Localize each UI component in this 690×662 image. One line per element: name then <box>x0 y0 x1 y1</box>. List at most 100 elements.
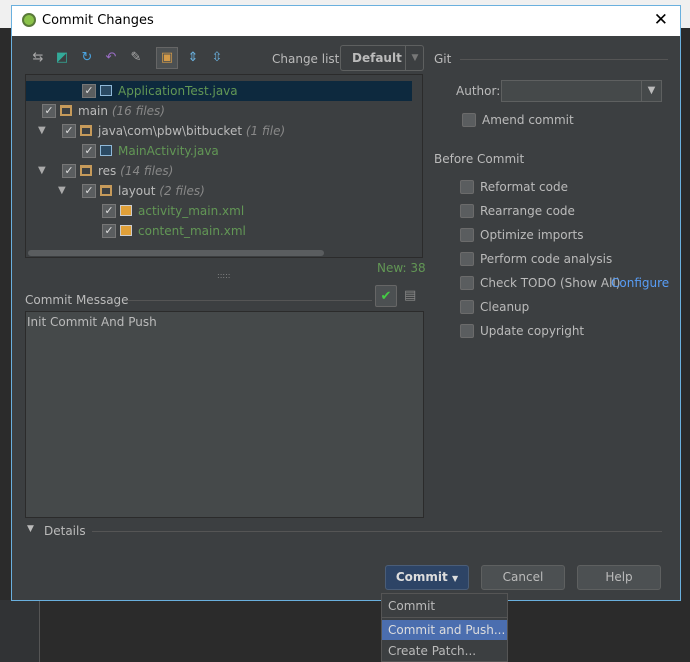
commit-button[interactable]: Commit ▼ <box>385 565 469 590</box>
before-commit-checkbox[interactable] <box>460 228 474 242</box>
file-count: (16 files) <box>111 104 165 118</box>
tree-row[interactable]: ✓ activity_main.xml <box>26 201 412 221</box>
file-name: MainActivity.java <box>118 144 219 158</box>
show-diff-icon[interactable]: ⇆ <box>30 50 46 66</box>
window-title: Commit Changes <box>42 13 154 28</box>
commit-message-input[interactable]: Init Commit And Push <box>25 311 424 518</box>
folder-icon <box>80 125 92 136</box>
help-button[interactable]: Help <box>577 565 661 590</box>
file-count: (14 files) <box>120 164 174 178</box>
java-icon <box>100 145 112 156</box>
expand-arrow-icon[interactable]: ▼ <box>38 161 46 181</box>
change-list-dropdown[interactable]: Default ▼ <box>340 45 424 71</box>
git-section-label: Git <box>434 52 452 66</box>
file-checkbox[interactable]: ✓ <box>82 144 96 158</box>
before-commit-option-label: Rearrange code <box>480 204 575 218</box>
group-by-directory-icon[interactable]: ▣ <box>156 47 178 69</box>
expand-arrow-icon[interactable]: ▼ <box>38 121 46 141</box>
divider <box>382 617 507 618</box>
menu-item-create-patch[interactable]: Create Patch... <box>382 641 507 661</box>
file-name: layout <box>118 184 156 198</box>
change-list-value: Default <box>352 51 402 65</box>
divider <box>92 531 662 532</box>
file-name: ApplicationTest.java <box>118 84 238 98</box>
new-files-count: New: 38 <box>377 261 426 275</box>
java-icon <box>100 85 112 96</box>
splitter-handle[interactable]: ::::: <box>217 271 230 280</box>
expand-arrow-icon[interactable]: ▼ <box>58 181 66 201</box>
menu-item-commit[interactable]: Commit <box>382 596 507 616</box>
file-count: (1 file) <box>245 124 286 138</box>
file-count: (2 files) <box>159 184 205 198</box>
before-commit-checkbox[interactable] <box>460 204 474 218</box>
chevron-down-icon: ▼ <box>451 574 459 583</box>
file-checkbox[interactable]: ✓ <box>62 124 76 138</box>
file-name: res <box>98 164 117 178</box>
configure-link[interactable]: Configure <box>611 276 669 290</box>
details-label[interactable]: Details <box>44 524 86 538</box>
before-commit-checkbox[interactable] <box>460 276 474 290</box>
collapse-all-icon[interactable]: ⇳ <box>209 50 225 66</box>
expand-arrow-icon[interactable]: ▼ <box>25 101 26 121</box>
tree-row[interactable]: ▼ ✓ layout (2 files) <box>26 181 412 201</box>
tree-row[interactable]: ▼ ✓ java\com\pbw\bitbucket (1 file) <box>26 121 412 141</box>
spell-check-icon[interactable]: ✔ <box>375 285 397 307</box>
file-checkbox[interactable]: ✓ <box>102 224 116 238</box>
author-label: Author: <box>456 84 501 98</box>
before-commit-checkbox[interactable] <box>460 324 474 338</box>
before-commit-option-label: Optimize imports <box>480 228 584 242</box>
commit-history-icon[interactable]: ▤ <box>404 288 416 303</box>
details-expand-icon[interactable]: ▼ <box>27 524 34 534</box>
commit-dropdown-menu: Commit Commit and Push... Create Patch..… <box>381 593 508 662</box>
folder-icon <box>80 165 92 176</box>
before-commit-option-label: Perform code analysis <box>480 252 613 266</box>
file-name: content_main.xml <box>138 224 246 238</box>
divider <box>127 300 372 301</box>
xml-icon <box>120 225 132 236</box>
file-checkbox[interactable]: ✓ <box>42 104 56 118</box>
change-list-label: Change list: <box>272 52 344 66</box>
rollback-icon[interactable]: ↶ <box>103 50 119 66</box>
edit-source-icon[interactable]: ✎ <box>128 50 144 66</box>
title-bar: Commit Changes ✕ <box>12 6 680 36</box>
commit-changes-dialog: Commit Changes ✕ ⇆ ◩ ↻ ↶ ✎ ▣ ⇕ ⇳ Change … <box>11 5 681 601</box>
before-commit-option-label: Update copyright <box>480 324 585 338</box>
commit-message-label: Commit Message <box>25 293 129 307</box>
folder-icon <box>60 105 72 116</box>
chevron-down-icon: ▼ <box>405 46 424 70</box>
before-commit-checkbox[interactable] <box>460 252 474 266</box>
xml-icon <box>120 205 132 216</box>
tree-row[interactable]: ▼ ✓ res (14 files) <box>26 161 412 181</box>
tree-row[interactable]: ✓ content_main.xml <box>26 221 412 241</box>
folder-icon <box>100 185 112 196</box>
amend-commit-checkbox[interactable] <box>462 113 476 127</box>
tree-row[interactable]: ✓ MainActivity.java <box>26 141 412 161</box>
file-checkbox[interactable]: ✓ <box>82 84 96 98</box>
tree-row[interactable]: ▼ ✓ main (16 files) <box>26 101 412 121</box>
expand-all-icon[interactable]: ⇕ <box>185 50 201 66</box>
before-commit-checkbox[interactable] <box>460 180 474 194</box>
chevron-down-icon: ▼ <box>641 81 661 101</box>
close-button[interactable]: ✕ <box>654 10 668 30</box>
file-name: java\com\pbw\bitbucket <box>98 124 243 138</box>
file-checkbox[interactable]: ✓ <box>102 204 116 218</box>
before-commit-label: Before Commit <box>434 152 525 166</box>
tree-row[interactable]: ✓ ApplicationTest.java <box>26 81 412 101</box>
file-name: activity_main.xml <box>138 204 245 218</box>
ide-editor-gutter <box>0 600 40 662</box>
horizontal-scrollbar[interactable] <box>28 250 324 256</box>
file-checkbox[interactable]: ✓ <box>62 164 76 178</box>
file-checkbox[interactable]: ✓ <box>82 184 96 198</box>
author-combobox[interactable]: ▼ <box>501 80 662 102</box>
divider <box>460 59 668 60</box>
move-to-changelist-icon[interactable]: ◩ <box>54 50 70 66</box>
android-studio-logo-icon <box>22 13 36 27</box>
cancel-button[interactable]: Cancel <box>481 565 565 590</box>
changes-tree[interactable]: ✓ApplicationTest.java▼✓main (16 files)▼✓… <box>25 74 423 258</box>
before-commit-checkbox[interactable] <box>460 300 474 314</box>
menu-item-commit-and-push[interactable]: Commit and Push... <box>382 620 507 640</box>
before-commit-option-label: Reformat code <box>480 180 568 194</box>
before-commit-option-label: Check TODO (Show All) <box>480 276 621 290</box>
refresh-icon[interactable]: ↻ <box>79 50 95 66</box>
before-commit-option-label: Cleanup <box>480 300 530 314</box>
